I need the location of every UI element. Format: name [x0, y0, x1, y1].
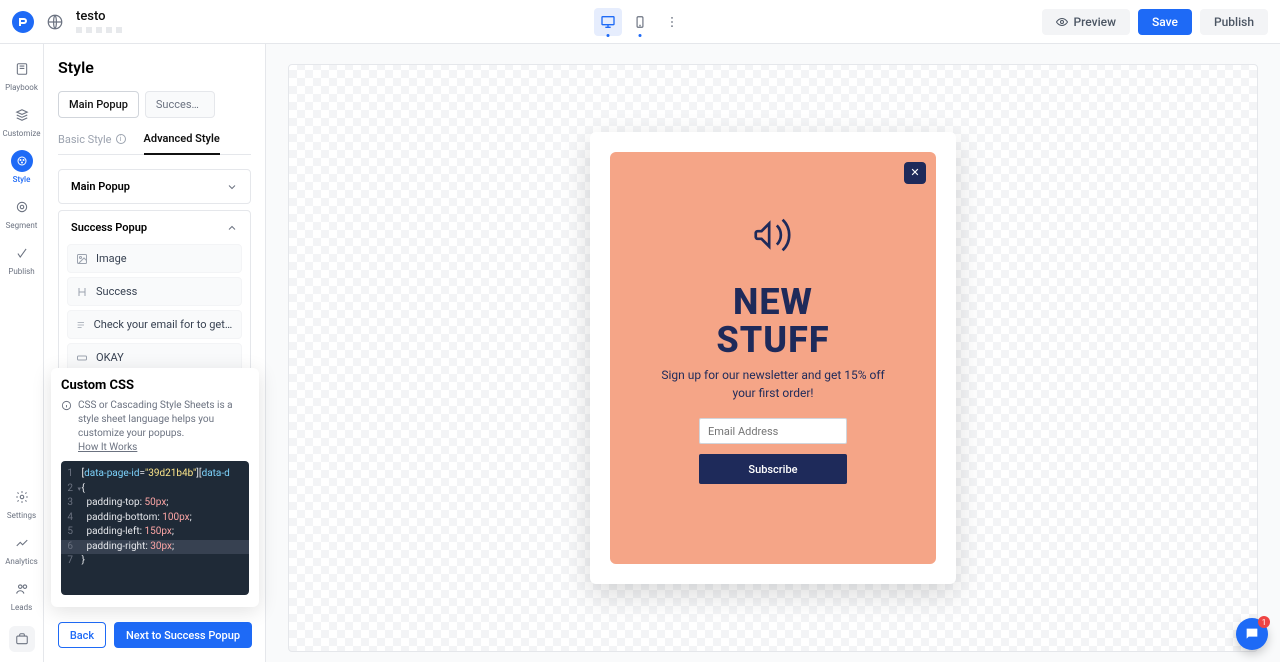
accordion-success-popup: Success Popup Image Success Check your e…	[58, 210, 251, 385]
app-logo[interactable]	[12, 11, 34, 33]
briefcase-icon	[15, 632, 29, 646]
preview-canvas: ✕ NEWSTUFF Sign up for our newsletter an…	[266, 44, 1280, 662]
accordion-success-header[interactable]: Success Popup	[59, 211, 250, 244]
panel-title: Style	[58, 58, 251, 77]
popup-selector: Main Popup Success Po...	[58, 91, 251, 118]
analytics-icon	[15, 536, 29, 550]
project-name: testo	[76, 9, 122, 24]
style-tabs: Basic Stylei Advanced Style	[58, 132, 251, 155]
style-icon	[16, 155, 28, 167]
text-icon	[76, 319, 86, 331]
info-icon: i	[116, 134, 126, 144]
custom-css-title: Custom CSS	[61, 378, 249, 393]
panel-footer: Back Next to Success Popup	[58, 622, 252, 648]
more-menu-button[interactable]	[658, 15, 686, 29]
row-success-heading[interactable]: Success	[67, 277, 242, 306]
breadcrumb-steps	[76, 26, 122, 34]
chevron-up-icon	[226, 222, 238, 234]
back-button[interactable]: Back	[58, 622, 106, 648]
tab-basic-style[interactable]: Basic Stylei	[58, 132, 126, 154]
nav-segment[interactable]: Segment	[4, 192, 40, 234]
side-nav: Playbook Customize Style Segment Publish…	[0, 44, 44, 662]
topbar-left: testo	[12, 9, 122, 34]
nav-playbook[interactable]: Playbook	[4, 54, 40, 96]
pill-success-popup[interactable]: Success Po...	[145, 91, 215, 118]
nav-settings[interactable]: Settings	[4, 482, 40, 524]
css-editor[interactable]: 1 [data-page-id="39d21b4b"][data-d 2▾ { …	[61, 461, 249, 595]
pill-main-popup[interactable]: Main Popup	[58, 91, 139, 118]
custom-css-panel: Custom CSS CSS or Cascading Style Sheets…	[51, 368, 259, 607]
chat-icon	[1244, 626, 1260, 642]
nav-publish[interactable]: Publish	[4, 238, 40, 280]
row-email-text[interactable]: Check your email for to get 15% off.	[67, 310, 242, 339]
chat-badge: 1	[1258, 616, 1270, 628]
eye-icon	[1056, 16, 1068, 28]
globe-icon	[46, 13, 64, 31]
save-button[interactable]: Save	[1138, 9, 1192, 35]
leads-icon	[15, 582, 29, 596]
project-block: testo	[76, 9, 122, 34]
settings-icon	[15, 490, 29, 504]
popup-subtext: Sign up for our newsletter and get 15% o…	[646, 367, 900, 402]
chevron-down-icon	[226, 181, 238, 193]
megaphone-icon	[750, 212, 796, 258]
image-icon	[76, 253, 88, 265]
segment-icon	[15, 200, 29, 214]
popup-close-button[interactable]: ✕	[904, 162, 926, 184]
top-bar: testo Preview Save Publish	[0, 0, 1280, 44]
nav-style[interactable]: Style	[4, 146, 40, 188]
popup-heading: NEWSTUFF	[716, 284, 829, 360]
nav-briefcase[interactable]	[9, 626, 35, 652]
playbook-icon	[15, 62, 29, 76]
chat-launcher[interactable]: 1	[1236, 618, 1268, 650]
popup-subscribe-button[interactable]: Subscribe	[699, 454, 847, 484]
nav-customize[interactable]: Customize	[4, 100, 40, 142]
mobile-device-button[interactable]	[626, 8, 654, 36]
nav-leads[interactable]: Leads	[4, 574, 40, 616]
desktop-device-button[interactable]	[594, 8, 622, 36]
topbar-right: Preview Save Publish	[1042, 9, 1269, 35]
preview-button[interactable]: Preview	[1042, 9, 1131, 35]
nav-analytics[interactable]: Analytics	[4, 528, 40, 570]
customize-icon	[15, 108, 29, 122]
canvas-frame: ✕ NEWSTUFF Sign up for our newsletter an…	[288, 64, 1258, 652]
publish-button[interactable]: Publish	[1200, 9, 1268, 35]
info-icon	[61, 400, 72, 411]
popup-outer: ✕ NEWSTUFF Sign up for our newsletter an…	[590, 132, 956, 584]
heading-icon	[76, 286, 88, 298]
device-switcher	[594, 8, 686, 36]
button-icon	[76, 352, 88, 364]
tab-advanced-style[interactable]: Advanced Style	[144, 132, 220, 155]
row-image[interactable]: Image	[67, 244, 242, 273]
popup-email-input[interactable]	[699, 418, 847, 444]
custom-css-desc: CSS or Cascading Style Sheets is a style…	[78, 400, 233, 439]
publish-icon	[15, 246, 29, 260]
how-it-works-link[interactable]: How It Works	[78, 441, 249, 455]
popup-inner: ✕ NEWSTUFF Sign up for our newsletter an…	[610, 152, 936, 564]
next-button[interactable]: Next to Success Popup	[114, 622, 252, 648]
accordion-main-popup[interactable]: Main Popup	[58, 169, 251, 204]
